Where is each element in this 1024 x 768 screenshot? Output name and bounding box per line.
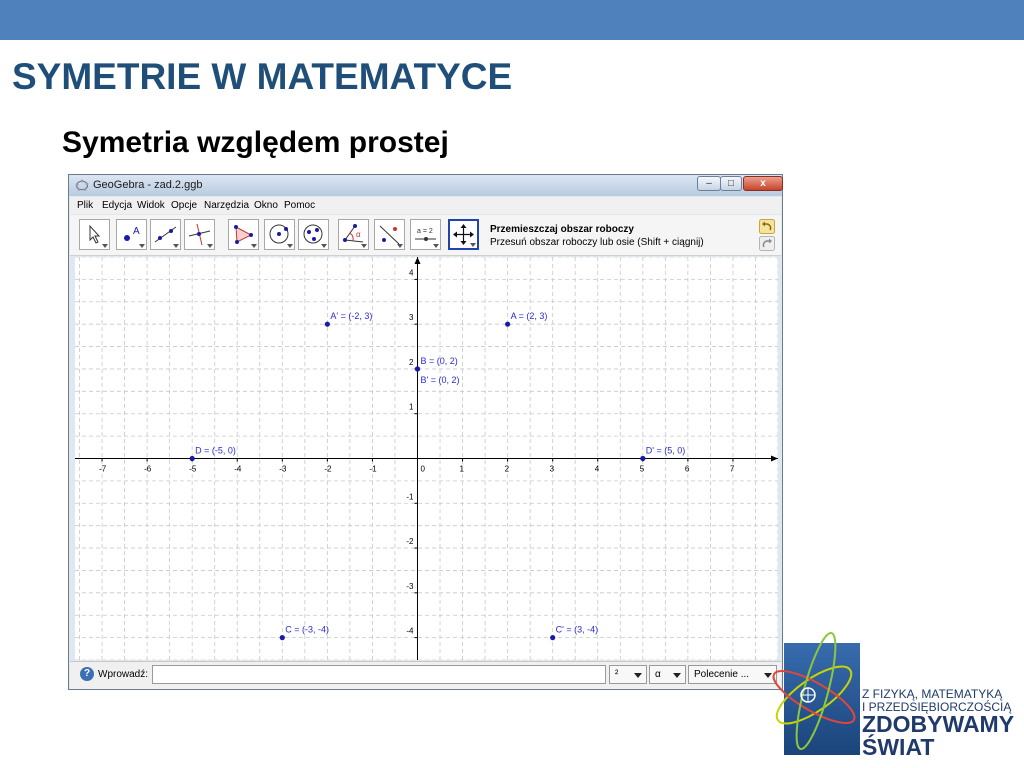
point-label: A' = (-2, 3) [330,311,372,321]
redo-icon[interactable] [759,236,775,251]
y-tick-label: 2 [409,358,414,367]
greek-combo[interactable]: α [649,665,686,684]
x-tick-label: -3 [279,465,287,474]
command-combo-value: Polecenie ... [694,669,750,680]
input-label: Wprowadź: [98,669,149,680]
slide-subtitle: Symetria względem prostej [62,126,449,159]
point-label: D' = (5, 0) [646,446,685,456]
menu-edycja[interactable]: Edycja [102,200,132,211]
input-field[interactable] [152,665,606,684]
minimize-button[interactable]: – [697,176,721,191]
slider-label: a = 2 [417,228,433,235]
point-label: D = (-5, 0) [195,446,236,456]
reflect-tool-button[interactable] [374,219,405,250]
coordinate-plane[interactable]: -7 -6 -5 -4 -3 -2 -1 0 1 2 3 4 5 6 7 -4 -3 -2 -1 1 2 3 4 A = (2… [75,257,778,660]
point-marker [550,635,556,641]
y-tick-label: -4 [406,627,414,636]
x-tick-label: 1 [460,465,465,474]
toolbar: A α a = 2 Przemieszczaj obszar roboczy P… [70,215,781,256]
x-tick-label: 7 [730,465,735,474]
close-button[interactable]: x [743,176,783,191]
minimize-icon: – [706,178,712,189]
svg-text:A: A [133,226,140,237]
point-marker [640,455,646,462]
menu-opcje[interactable]: Opcje [171,200,197,211]
point-tool-button[interactable]: A [116,219,147,250]
line-tool-button[interactable] [150,219,181,250]
move-graphics-tool-button[interactable] [448,219,479,250]
x-tick-label: 5 [640,465,645,474]
point-label: B = (0, 2) [420,356,457,366]
y-tick-label: 4 [409,268,414,277]
y-tick-label: -3 [406,582,414,591]
x-tick-label: -1 [369,465,377,474]
menu-narzedzia[interactable]: Narzędzia [204,200,249,211]
undo-icon[interactable] [759,219,775,234]
x-tick-label: 6 [685,465,690,474]
y-tick-label: 1 [409,403,414,412]
x-tick-label: 3 [550,465,555,474]
geogebra-app-icon [75,179,89,191]
slide-title: SYMETRIE W MATEMATYCE [12,56,513,97]
y-tick-label: -2 [406,537,414,546]
graphics-view[interactable]: -7 -6 -5 -4 -3 -2 -1 0 1 2 3 4 5 6 7 -4 -3 -2 -1 1 2 3 4 A = (2… [75,257,778,660]
x-tick-label: 4 [595,465,600,474]
polygon-tool-button[interactable] [228,219,259,250]
close-icon: x [760,178,766,189]
x-tick-label: -4 [234,465,242,474]
svg-text:α: α [356,230,361,239]
active-tool-help: Przesuń obszar roboczy lub osie (Shift +… [490,237,704,248]
chevron-down-icon [634,673,642,678]
perpendicular-line-tool-button[interactable] [184,219,215,250]
window-titlebar[interactable]: GeoGebra - zad.2.ggb – □ x [69,175,783,196]
input-bar: ? Wprowadź: ² α Polecenie ... [70,661,781,689]
point-marker [279,635,285,641]
menu-plik[interactable]: Plik [77,200,93,211]
slider-tool-button[interactable]: a = 2 [410,219,441,250]
chevron-down-icon [673,673,681,678]
move-tool-button[interactable] [79,219,110,250]
y-tick-label: 3 [409,313,414,322]
point-marker [324,321,330,327]
geogebra-window: GeoGebra - zad.2.ggb – □ x Plik Edycja W… [68,174,783,690]
x-tick-label: -5 [189,465,197,474]
help-icon[interactable]: ? [80,667,94,681]
maximize-icon: □ [727,178,735,189]
logo-title-2: ŚWIAT [862,734,935,760]
symbol-combo[interactable]: ² [609,665,647,684]
menu-widok[interactable]: Widok [137,200,165,211]
symbol-combo-value: ² [615,669,619,680]
logo-tagline-1: Z FIZYKĄ, MATEMATYKĄ [862,687,1003,701]
point-label: C' = (3, -4) [556,625,598,635]
x-tick-label: 0 [420,465,425,474]
y-tick-label: -1 [406,492,414,501]
angle-tool-button[interactable]: α [338,219,369,250]
x-tick-label: -7 [99,465,107,474]
window-title: GeoGebra - zad.2.ggb [93,179,203,191]
active-tool-title: Przemieszczaj obszar roboczy [490,224,634,235]
point-marker [505,321,511,327]
point-marker [414,366,421,372]
point-marker [189,455,195,462]
menu-bar: Plik Edycja Widok Opcje Narzędzia Okno P… [70,197,781,214]
point-label: B' = (0, 2) [420,375,459,385]
x-tick-label: -2 [324,465,332,474]
point-label: C = (-3, -4) [285,625,329,635]
point-label: A = (2, 3) [511,311,548,321]
chevron-down-icon [764,673,772,678]
command-combo[interactable]: Polecenie ... [688,665,777,684]
maximize-button[interactable]: □ [720,176,742,191]
circle-tool-button[interactable] [264,219,295,250]
slide-top-bar [0,0,1024,40]
circle-three-points-tool-button[interactable] [298,219,329,250]
y-axis-arrow-icon [414,257,421,264]
menu-pomoc[interactable]: Pomoc [284,200,315,211]
x-tick-label: -6 [144,465,152,474]
menu-okno[interactable]: Okno [254,200,278,211]
greek-combo-value: α [655,669,661,680]
x-tick-label: 2 [505,465,510,474]
x-axis-arrow-icon [771,455,778,462]
